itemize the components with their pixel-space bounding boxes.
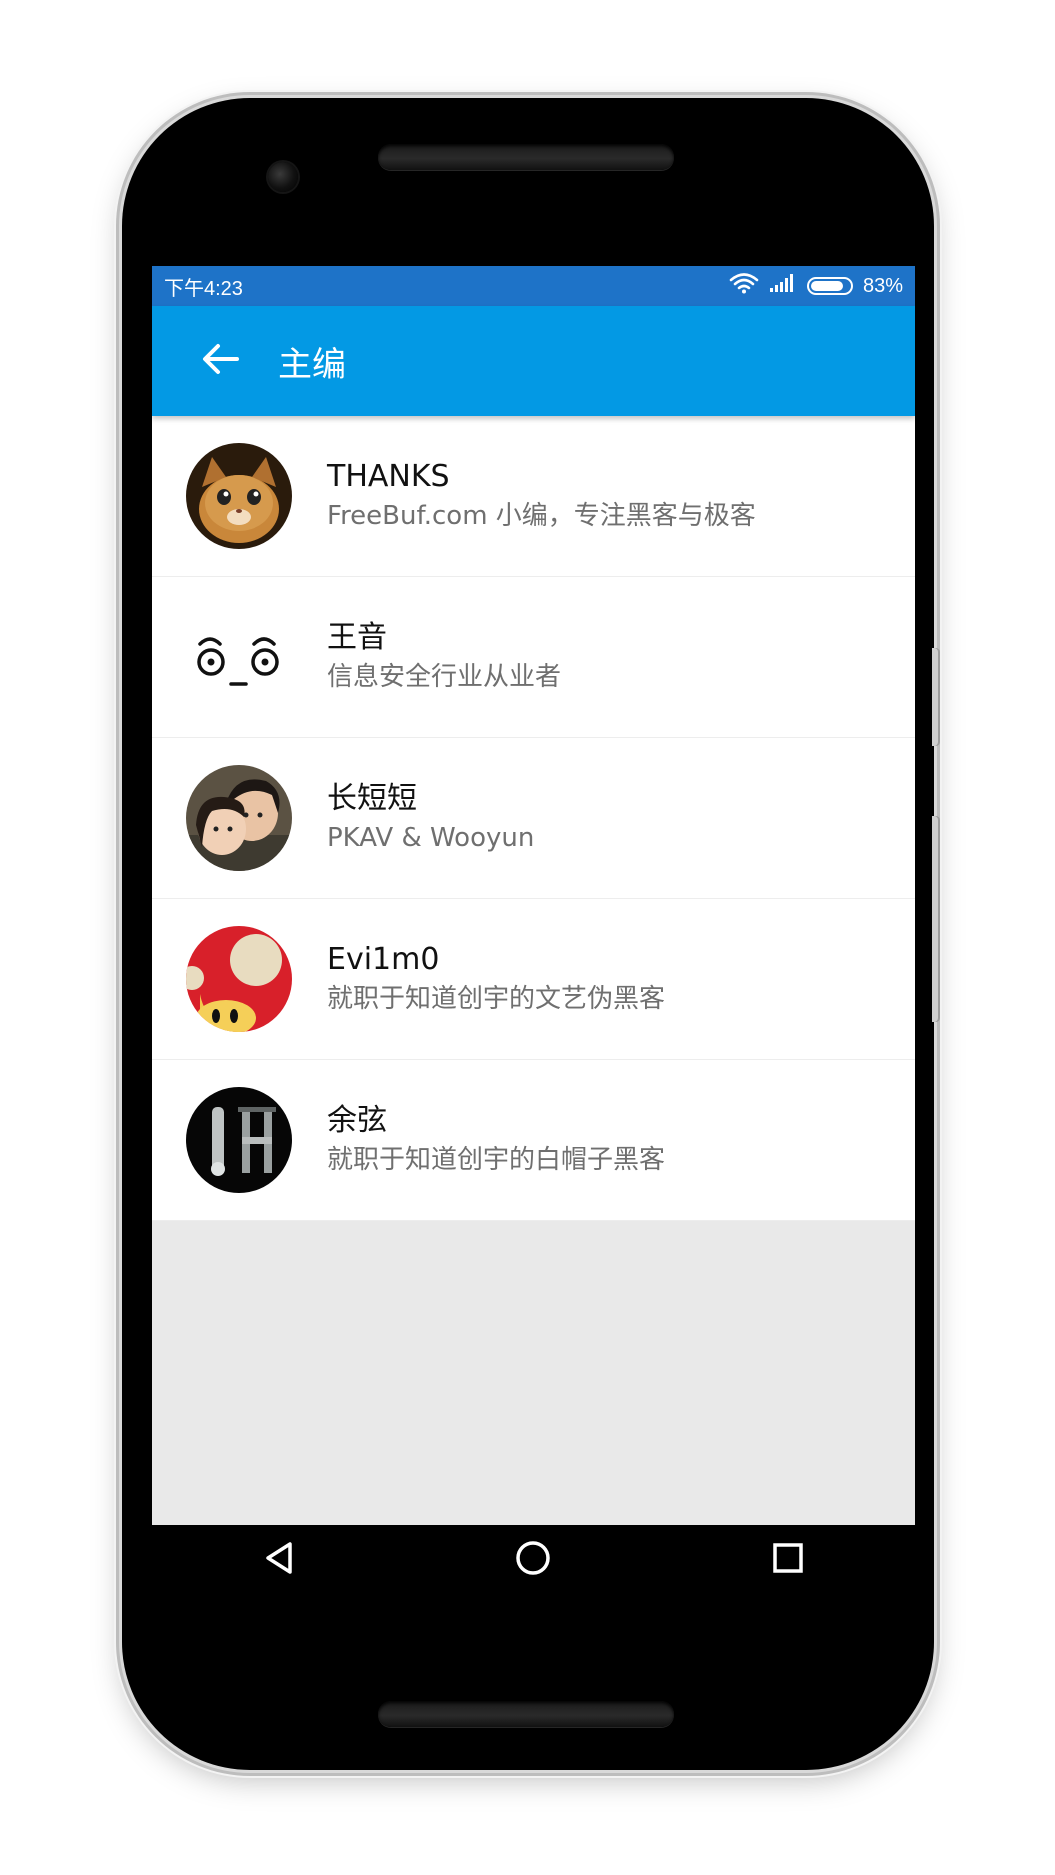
square-recents-icon bbox=[772, 1542, 804, 1578]
list-item[interactable]: THANKS FreeBuf.com 小编，专注黑客与极客 bbox=[152, 416, 915, 577]
mushroom-avatar bbox=[186, 926, 292, 1032]
editor-description: 就职于知道创宇的白帽子黑客 bbox=[327, 1145, 666, 1175]
navigation-bar bbox=[152, 1525, 915, 1595]
list-item[interactable]: Evi1m0 就职于知道创宇的文艺伪黑客 bbox=[152, 899, 915, 1060]
editor-description: FreeBuf.com 小编，专注黑客与极客 bbox=[327, 501, 756, 531]
couple-photo-avatar bbox=[186, 765, 292, 871]
status-bar: 下午4:23 83% bbox=[152, 266, 915, 306]
avatar bbox=[186, 604, 292, 710]
item-text: 余弦 就职于知道创宇的白帽子黑客 bbox=[327, 1101, 665, 1179]
power-button bbox=[932, 648, 940, 746]
avatar bbox=[186, 926, 292, 1032]
avatar bbox=[186, 443, 292, 549]
editor-name: THANKS bbox=[327, 459, 450, 494]
item-text: THANKS FreeBuf.com 小编，专注黑客与极客 bbox=[327, 457, 756, 535]
nav-home-button[interactable] bbox=[498, 1530, 568, 1590]
list-item[interactable]: 余弦 就职于知道创宇的白帽子黑客 bbox=[152, 1060, 915, 1221]
battery-percent: 83% bbox=[862, 274, 903, 297]
item-text: 王音 信息安全行业从业者 bbox=[327, 618, 561, 696]
list-item[interactable]: 长短短 PKAV & Wooyun bbox=[152, 738, 915, 899]
top-speaker bbox=[378, 144, 674, 170]
front-camera bbox=[268, 162, 298, 192]
editor-name: 长短短 bbox=[327, 781, 417, 816]
editor-name: 王音 bbox=[327, 620, 387, 655]
app-screen: 下午4:23 83% 主编 THANKS FreeBuf.com 小编，专注黑客… bbox=[152, 266, 915, 1525]
volume-button bbox=[932, 816, 940, 1022]
signal-icon bbox=[769, 273, 797, 299]
editor-name: 余弦 bbox=[327, 1103, 387, 1138]
battery-fill bbox=[810, 281, 843, 291]
avatar bbox=[186, 1087, 292, 1193]
cat-avatar bbox=[186, 443, 292, 549]
status-time: 下午4:23 bbox=[164, 277, 243, 300]
editor-name: Evi1m0 bbox=[327, 942, 440, 977]
status-icons: 83% bbox=[729, 272, 903, 300]
avatar bbox=[186, 765, 292, 871]
editor-list: THANKS FreeBuf.com 小编，专注黑客与极客 王音 信息安全行业从… bbox=[152, 416, 915, 1221]
app-bar: 主编 bbox=[152, 306, 915, 416]
nav-recents-button[interactable] bbox=[753, 1530, 823, 1590]
face-avatar bbox=[186, 604, 292, 710]
editor-description: 就职于知道创宇的文艺伪黑客 bbox=[327, 984, 666, 1014]
dark-glyph-avatar bbox=[186, 1087, 292, 1193]
list-item[interactable]: 王音 信息安全行业从业者 bbox=[152, 577, 915, 738]
item-text: 长短短 PKAV & Wooyun bbox=[327, 779, 534, 857]
bottom-speaker bbox=[378, 1701, 674, 1727]
circle-home-icon bbox=[515, 1540, 551, 1580]
item-text: Evi1m0 就职于知道创宇的文艺伪黑客 bbox=[327, 940, 665, 1018]
triangle-back-icon bbox=[264, 1541, 294, 1579]
editor-description: PKAV & Wooyun bbox=[327, 823, 535, 853]
nav-back-button[interactable] bbox=[244, 1530, 314, 1590]
battery-icon bbox=[806, 277, 853, 295]
wifi-icon bbox=[729, 272, 759, 300]
page-title: 主编 bbox=[278, 344, 346, 385]
back-button[interactable] bbox=[188, 329, 252, 393]
arrow-back-icon bbox=[201, 342, 239, 380]
editor-description: 信息安全行业从业者 bbox=[327, 662, 562, 692]
